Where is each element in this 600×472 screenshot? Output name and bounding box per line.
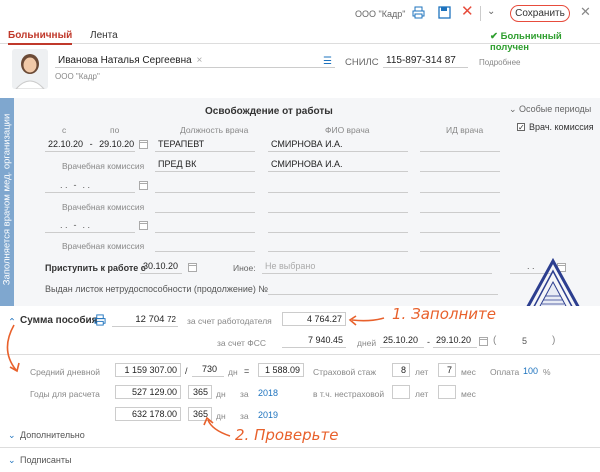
note-fill: 1. Заполните <box>392 305 496 323</box>
note-check: 2. Проверьте <box>235 426 339 444</box>
annotation-arrows <box>6 315 385 437</box>
